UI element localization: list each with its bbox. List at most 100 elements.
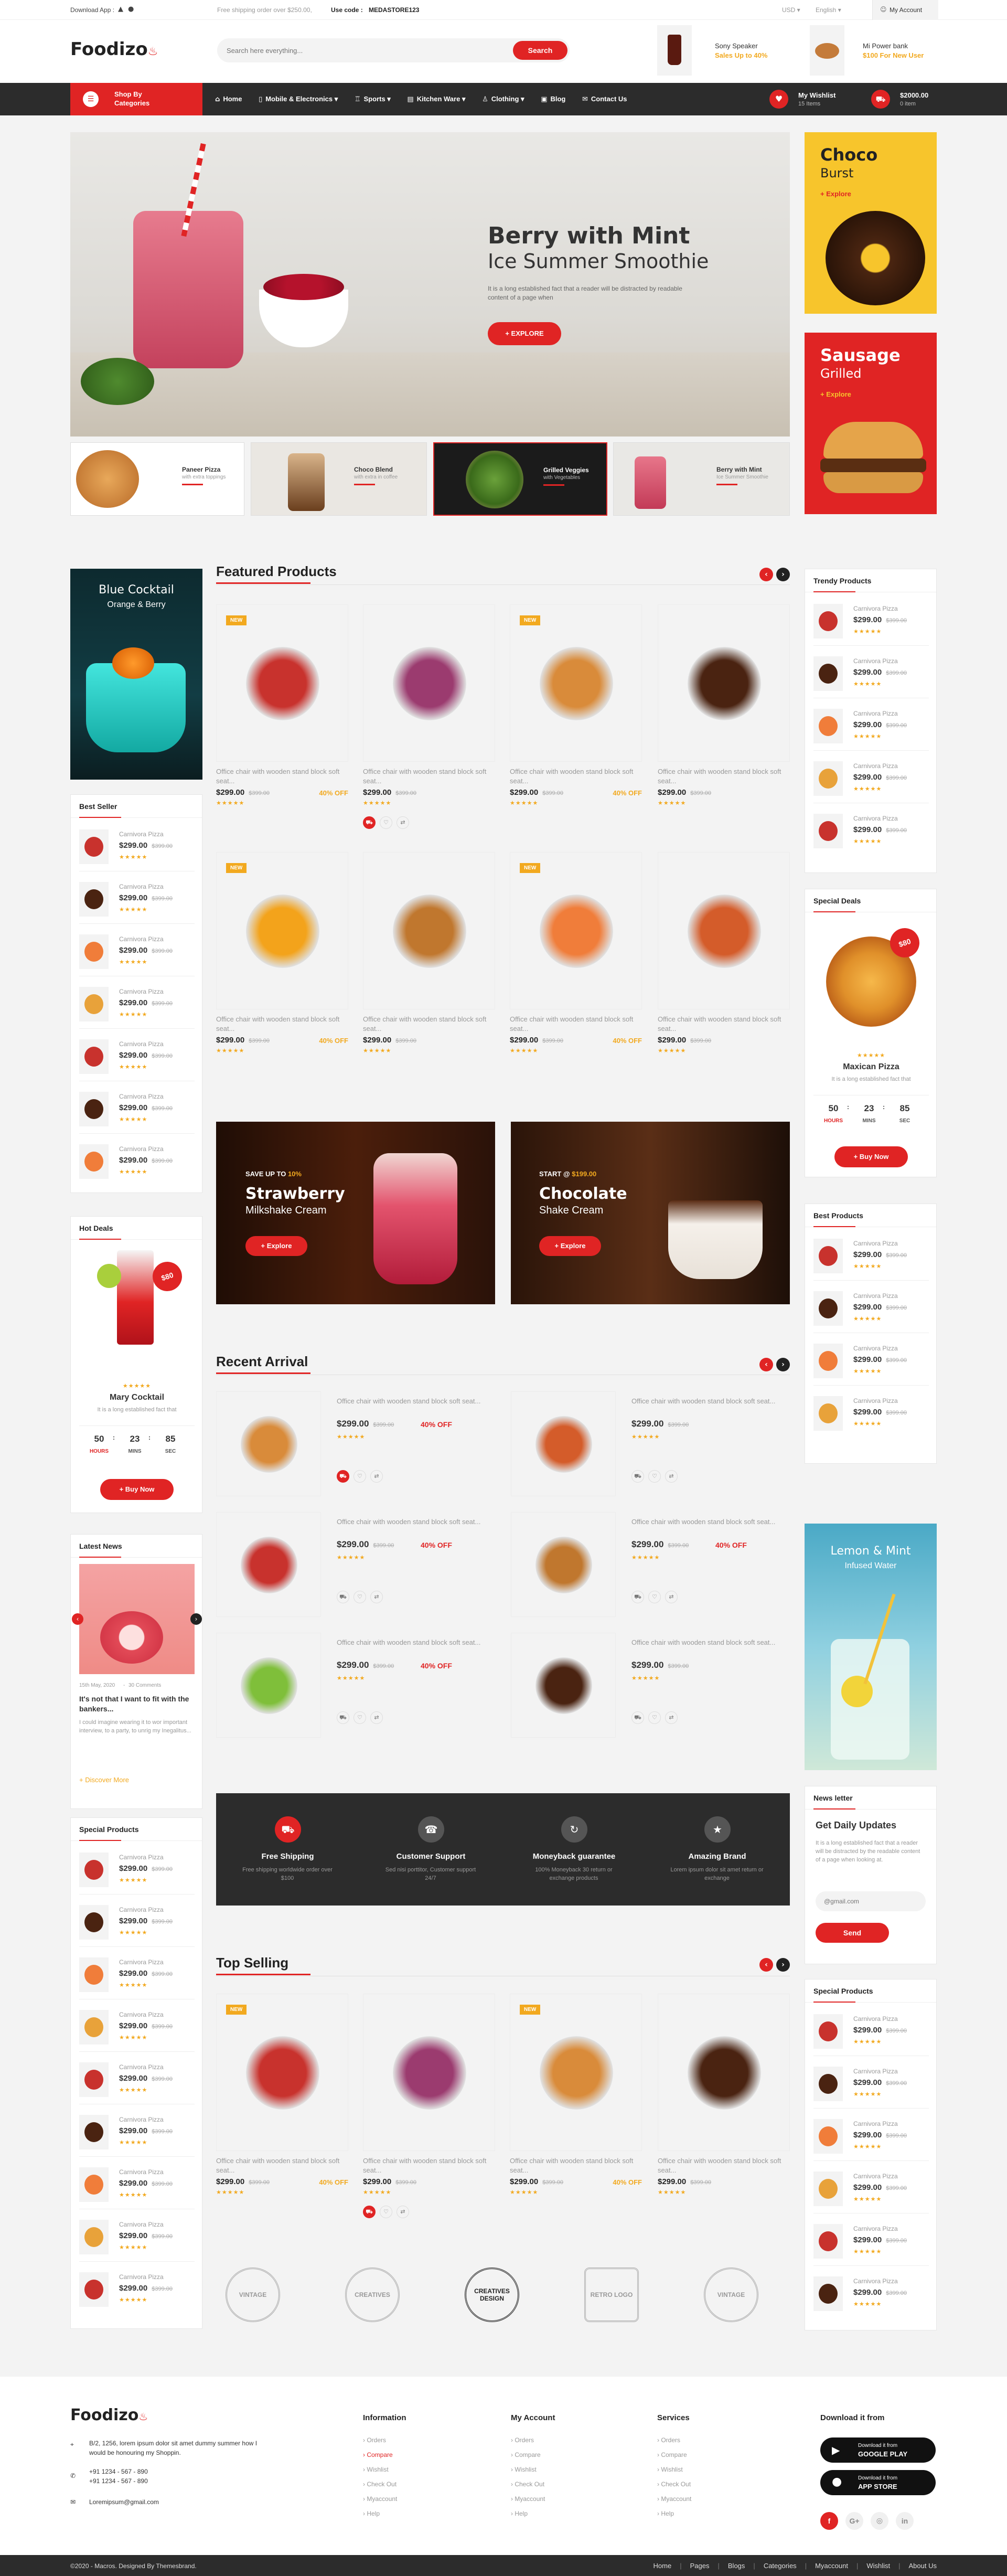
promo1-image[interactable] [657,25,692,76]
account-link[interactable]: › Check Out [511,2477,555,2492]
best-seller-name[interactable]: Carnivora Pizza [119,988,164,995]
recent-prev-arrow[interactable]: ‹ [759,1358,773,1371]
best-products-thumb[interactable] [813,1239,843,1273]
featured-product-image[interactable] [658,604,790,762]
right-special-thumb[interactable] [813,2171,843,2206]
recent-item[interactable]: Office chair with wooden stand block sof… [216,1391,510,1507]
left-special-thumb[interactable] [79,2167,109,2202]
android-icon[interactable]: ▲ [118,5,123,13]
hero-thumb-3[interactable]: Grilled Veggies with Vegetables [433,442,607,516]
nav-kitchen[interactable]: Kitchen Ware [417,95,460,103]
right-special-name[interactable]: Carnivora Pizza [853,2120,898,2127]
left-special-name[interactable]: Carnivora Pizza [119,1854,164,1861]
left-special-item[interactable]: Carnivora Pizza $299.00 $399.00 ★★★★★ [79,2057,195,2104]
best-seller-thumb[interactable] [79,934,109,969]
top-selling-product-card[interactable]: NEW Office chair with wooden stand block … [510,1994,642,2224]
best-seller-thumb[interactable] [79,1039,109,1074]
newsletter-send-button[interactable]: Send [816,1923,889,1943]
featured-product-card[interactable]: Office chair with wooden stand block sof… [363,604,495,835]
account-link[interactable]: › Help [511,2506,555,2521]
recent-add-cart-icon[interactable]: ⛟ [631,1591,644,1603]
top-selling-prev-arrow[interactable]: ‹ [759,1958,773,1972]
trendy-item[interactable]: Carnivora Pizza $299.00 $399.00 ★★★★★ [813,756,929,803]
account-link[interactable]: › Myaccount [511,2492,555,2506]
featured-product-card[interactable]: Office chair with wooden stand block sof… [363,852,495,1083]
featured-product-title[interactable]: Office chair with wooden stand block sof… [216,767,348,786]
services-link[interactable]: › Help [657,2506,691,2521]
right-special-item[interactable]: Carnivora Pizza $299.00 $399.00 ★★★★★ [813,2114,929,2161]
brand-logo[interactable]: CREATIVES DESIGN [465,2268,519,2322]
right-special-item[interactable]: Carnivora Pizza $299.00 $399.00 ★★★★★ [813,2166,929,2213]
bottom-link[interactable]: Home [654,2562,672,2570]
featured-product-image[interactable] [363,852,495,1009]
best-seller-name[interactable]: Carnivora Pizza [119,883,164,890]
left-special-item[interactable]: Carnivora Pizza $299.00 $399.00 ★★★★★ [79,2110,195,2157]
recent-wishlist-icon[interactable]: ♡ [353,1470,366,1483]
info-link[interactable]: › Orders [363,2433,406,2447]
top-selling-add-cart-icon[interactable]: ⛟ [363,2206,376,2218]
best-seller-item[interactable]: Carnivora Pizza $299.00 $399.00 ★★★★★ [79,824,195,871]
best-products-name[interactable]: Carnivora Pizza [853,1397,898,1404]
google-plus-icon[interactable]: G+ [845,2512,863,2530]
search-button[interactable]: Search [513,41,567,60]
best-seller-thumb[interactable] [79,882,109,917]
deal-name[interactable]: Maxican Pizza [805,1062,937,1072]
footer-logo[interactable]: Foodizo♨ [70,2406,148,2424]
nav-blog[interactable]: Blog [550,95,565,103]
b1-link[interactable]: + Explore [820,190,851,198]
recent-image[interactable] [216,1633,321,1738]
hero-thumb-2[interactable]: Choco Blend with extra in coffee [251,442,427,516]
left-special-thumb[interactable] [79,2272,109,2307]
recent-title[interactable]: Office chair with wooden stand block sof… [631,1397,799,1406]
recent-add-cart-icon[interactable]: ⛟ [631,1470,644,1483]
lemon-mint-banner[interactable]: Lemon & Mint Infused Water [805,1524,937,1770]
recent-wishlist-icon[interactable]: ♡ [353,1711,366,1724]
recent-add-cart-icon[interactable]: ⛟ [337,1470,349,1483]
featured-product-image[interactable]: NEW [510,852,642,1009]
news-image[interactable] [79,1564,195,1674]
featured-add-cart-icon[interactable]: ⛟ [363,816,376,829]
best-seller-thumb[interactable] [79,987,109,1021]
left-special-thumb[interactable] [79,1905,109,1940]
left-special-name[interactable]: Carnivora Pizza [119,2221,164,2228]
recent-image[interactable] [511,1512,616,1617]
best-products-thumb[interactable] [813,1344,843,1378]
right-special-thumb[interactable] [813,2276,843,2311]
top-selling-product-image[interactable] [363,1994,495,2151]
hero-slider[interactable]: Berry with Mint Ice Summer Smoothie It i… [70,132,790,437]
recent-add-cart-icon[interactable]: ⛟ [337,1591,349,1603]
facebook-icon[interactable]: f [820,2512,838,2530]
best-seller-thumb[interactable] [79,829,109,864]
trendy-name[interactable]: Carnivora Pizza [853,815,898,822]
best-products-thumb[interactable] [813,1291,843,1326]
hero-thumb-4[interactable]: Berry with Mint Ice Summer Smoothie [613,442,790,516]
right-special-thumb[interactable] [813,2067,843,2101]
featured-product-card[interactable]: NEW Office chair with wooden stand block … [216,604,348,835]
account-link[interactable]: › Compare [511,2447,555,2462]
best-seller-thumb[interactable] [79,1092,109,1126]
recent-item[interactable]: Office chair with wooden stand block sof… [216,1633,510,1748]
left-special-thumb[interactable] [79,2115,109,2149]
google-play-button[interactable]: ▶ Download it from GOOGLE PLAY [820,2437,936,2463]
bottom-link[interactable]: Blogs [728,2562,745,2570]
trendy-name[interactable]: Carnivora Pizza [853,657,898,665]
trendy-item[interactable]: Carnivora Pizza $299.00 $399.00 ★★★★★ [813,599,929,646]
featured-product-title[interactable]: Office chair with wooden stand block sof… [510,767,642,786]
news-discover-link[interactable]: + Discover More [79,1776,129,1784]
cart-icon[interactable]: ⛟ [871,90,890,109]
hero-thumb-1[interactable]: Paneer Pizza with extra toppings [70,442,244,516]
right-special-name[interactable]: Carnivora Pizza [853,2068,898,2075]
top-selling-product-card[interactable]: Office chair with wooden stand block sof… [363,1994,495,2224]
newsletter-email-input[interactable] [816,1891,926,1911]
apple-icon[interactable]: ● [128,5,134,13]
my-account-button[interactable]: ☺ My Account [872,0,938,20]
recent-wishlist-icon[interactable]: ♡ [648,1591,661,1603]
best-seller-item[interactable]: Carnivora Pizza $299.00 $399.00 ★★★★★ [79,982,195,1029]
best-products-name[interactable]: Carnivora Pizza [853,1345,898,1352]
chocolate-explore-button[interactable]: + Explore [539,1236,601,1256]
left-special-name[interactable]: Carnivora Pizza [119,2063,164,2071]
info-link[interactable]: › Myaccount [363,2492,406,2506]
recent-wishlist-icon[interactable]: ♡ [648,1470,661,1483]
left-special-thumb[interactable] [79,1853,109,1887]
sausage-grilled-banner[interactable]: Sausage Grilled + Explore [805,333,937,514]
